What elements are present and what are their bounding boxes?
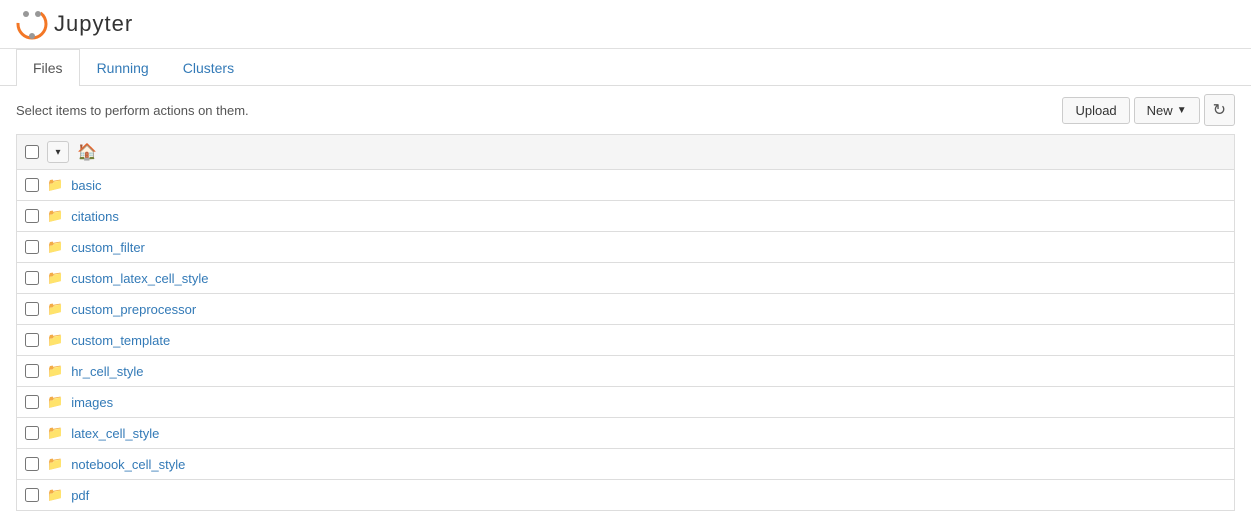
- file-link[interactable]: custom_preprocessor: [71, 302, 196, 317]
- table-row: 📁 pdf: [16, 479, 1235, 511]
- tab-bar: Files Running Clusters: [0, 49, 1251, 86]
- folder-icon: 📁: [47, 301, 63, 317]
- folder-icon: 📁: [47, 270, 63, 286]
- sort-dropdown[interactable]: ▾: [47, 141, 69, 163]
- row-checkbox[interactable]: [25, 364, 39, 378]
- refresh-button[interactable]: ↻: [1204, 94, 1235, 126]
- table-row: 📁 custom_latex_cell_style: [16, 262, 1235, 293]
- file-link[interactable]: hr_cell_style: [71, 364, 143, 379]
- row-checkbox[interactable]: [25, 302, 39, 316]
- table-row: 📁 images: [16, 386, 1235, 417]
- jupyter-logo-icon: [16, 8, 48, 40]
- file-list-container: ▾ 🏠 📁 basic 📁 citations 📁 custom_filter 📁 custo…: [0, 134, 1251, 511]
- row-checkbox[interactable]: [25, 333, 39, 347]
- new-button-label: New: [1147, 103, 1173, 118]
- folder-icon: 📁: [47, 363, 63, 379]
- table-row: 📁 hr_cell_style: [16, 355, 1235, 386]
- folder-icon: 📁: [47, 332, 63, 348]
- table-row: 📁 custom_template: [16, 324, 1235, 355]
- logo-text: Jupyter: [54, 11, 133, 37]
- table-row: 📁 custom_filter: [16, 231, 1235, 262]
- select-all-checkbox[interactable]: [25, 145, 39, 159]
- file-link[interactable]: latex_cell_style: [71, 426, 159, 441]
- file-link[interactable]: notebook_cell_style: [71, 457, 185, 472]
- table-row: 📁 basic: [16, 169, 1235, 200]
- file-link[interactable]: pdf: [71, 488, 89, 503]
- file-link[interactable]: basic: [71, 178, 101, 193]
- upload-button[interactable]: Upload: [1062, 97, 1129, 124]
- file-list-header: ▾ 🏠: [16, 134, 1235, 169]
- row-checkbox[interactable]: [25, 426, 39, 440]
- row-checkbox[interactable]: [25, 178, 39, 192]
- file-link[interactable]: custom_latex_cell_style: [71, 271, 208, 286]
- row-checkbox[interactable]: [25, 209, 39, 223]
- folder-icon: 📁: [47, 177, 63, 193]
- home-icon[interactable]: 🏠: [77, 142, 97, 162]
- file-link[interactable]: custom_filter: [71, 240, 145, 255]
- logo: Jupyter: [16, 8, 133, 40]
- toolbar-actions: Upload New ▼ ↻: [1062, 94, 1235, 126]
- row-checkbox[interactable]: [25, 395, 39, 409]
- table-row: 📁 custom_preprocessor: [16, 293, 1235, 324]
- tab-clusters[interactable]: Clusters: [166, 49, 251, 86]
- folder-icon: 📁: [47, 425, 63, 441]
- table-row: 📁 notebook_cell_style: [16, 448, 1235, 479]
- app-header: Jupyter: [0, 0, 1251, 49]
- tab-files[interactable]: Files: [16, 49, 80, 86]
- folder-icon: 📁: [47, 208, 63, 224]
- file-rows: 📁 basic 📁 citations 📁 custom_filter 📁 custom_la…: [16, 169, 1235, 511]
- folder-icon: 📁: [47, 456, 63, 472]
- row-checkbox[interactable]: [25, 271, 39, 285]
- file-link[interactable]: images: [71, 395, 113, 410]
- folder-icon: 📁: [47, 394, 63, 410]
- table-row: 📁 citations: [16, 200, 1235, 231]
- toolbar: Select items to perform actions on them.…: [0, 86, 1251, 134]
- new-button[interactable]: New ▼: [1134, 97, 1200, 124]
- new-dropdown-arrow: ▼: [1177, 105, 1187, 116]
- folder-icon: 📁: [47, 239, 63, 255]
- folder-icon: 📁: [47, 487, 63, 503]
- file-link[interactable]: custom_template: [71, 333, 170, 348]
- tab-running[interactable]: Running: [80, 49, 166, 86]
- row-checkbox[interactable]: [25, 457, 39, 471]
- row-checkbox[interactable]: [25, 240, 39, 254]
- file-link[interactable]: citations: [71, 209, 119, 224]
- table-row: 📁 latex_cell_style: [16, 417, 1235, 448]
- toolbar-instruction: Select items to perform actions on them.: [16, 103, 249, 118]
